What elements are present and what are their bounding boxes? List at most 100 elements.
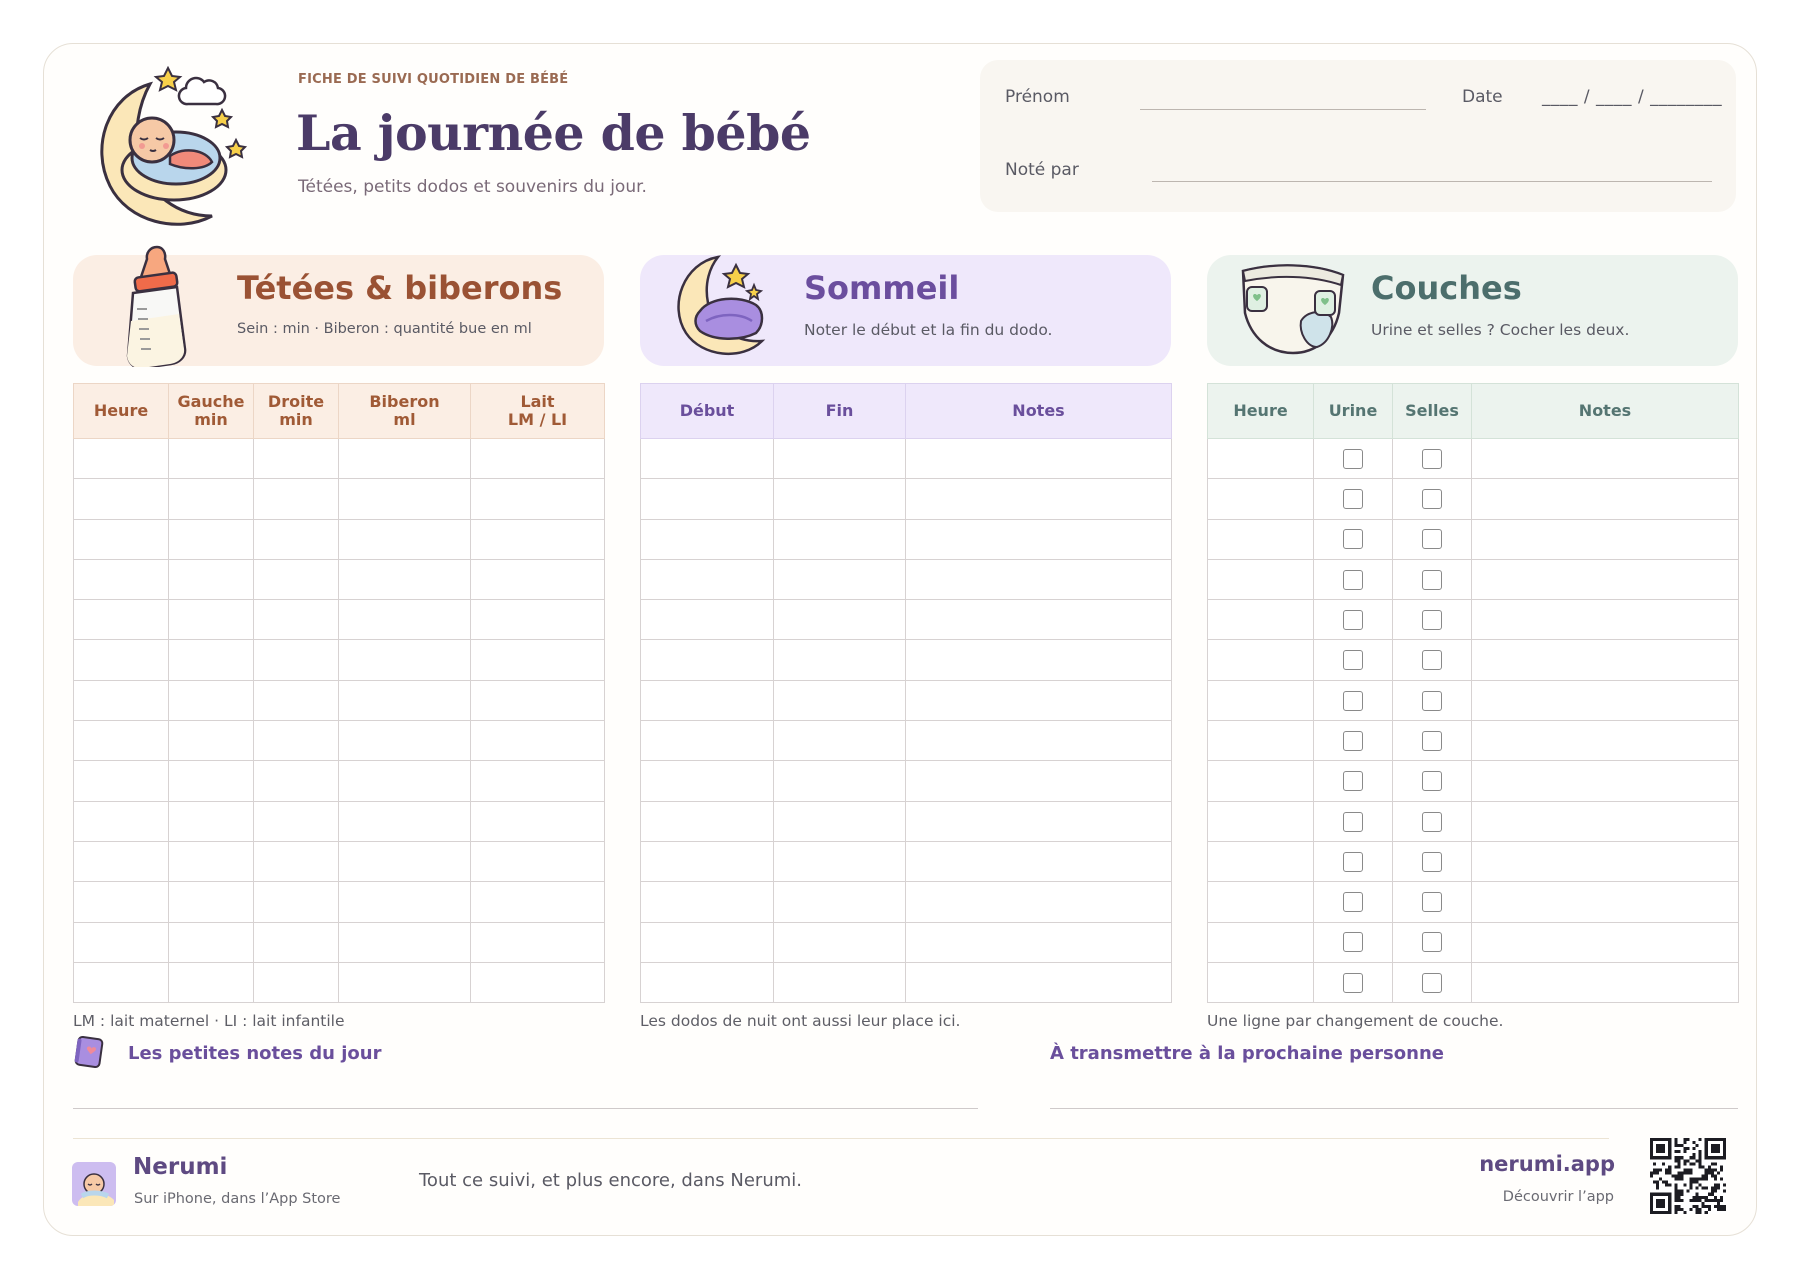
sleep-cell[interactable] bbox=[640, 639, 774, 681]
stool-checkbox[interactable] bbox=[1422, 529, 1442, 550]
feeding-cell[interactable] bbox=[470, 679, 605, 722]
sleep-cell[interactable] bbox=[905, 518, 1172, 560]
feeding-cell[interactable] bbox=[470, 558, 605, 601]
diapers-cell[interactable] bbox=[1207, 437, 1314, 480]
sleep-cell[interactable] bbox=[773, 961, 906, 1004]
sleep-cell[interactable] bbox=[773, 478, 906, 520]
stool-checkbox[interactable] bbox=[1422, 811, 1442, 832]
stool-checkbox[interactable] bbox=[1422, 972, 1442, 993]
urine-checkbox[interactable] bbox=[1343, 851, 1363, 872]
sleep-cell[interactable] bbox=[773, 518, 906, 560]
diapers-cell[interactable] bbox=[1207, 720, 1314, 762]
feeding-cell[interactable] bbox=[253, 800, 339, 842]
diapers-cell[interactable] bbox=[1471, 679, 1739, 722]
feeding-cell[interactable] bbox=[168, 840, 254, 883]
feeding-cell[interactable] bbox=[168, 720, 254, 762]
urine-checkbox[interactable] bbox=[1343, 892, 1363, 913]
feeding-cell[interactable] bbox=[253, 558, 339, 601]
sleep-cell[interactable] bbox=[905, 720, 1172, 762]
feeding-cell[interactable] bbox=[338, 720, 471, 762]
diapers-cell[interactable] bbox=[1471, 478, 1739, 520]
feeding-cell[interactable] bbox=[338, 760, 471, 802]
sleep-cell[interactable] bbox=[640, 518, 774, 560]
feeding-cell[interactable] bbox=[73, 961, 169, 1004]
feeding-cell[interactable] bbox=[470, 720, 605, 762]
first-name-field[interactable] bbox=[1140, 109, 1426, 110]
diapers-cell[interactable] bbox=[1471, 840, 1739, 883]
stool-checkbox[interactable] bbox=[1422, 650, 1442, 671]
sleep-cell[interactable] bbox=[773, 639, 906, 681]
feeding-cell[interactable] bbox=[470, 518, 605, 560]
sleep-cell[interactable] bbox=[905, 760, 1172, 802]
sleep-cell[interactable] bbox=[640, 478, 774, 520]
feeding-cell[interactable] bbox=[168, 800, 254, 842]
stool-checkbox[interactable] bbox=[1422, 771, 1442, 792]
feeding-cell[interactable] bbox=[253, 599, 339, 641]
sleep-cell[interactable] bbox=[640, 840, 774, 883]
feeding-cell[interactable] bbox=[253, 437, 339, 480]
feeding-cell[interactable] bbox=[73, 558, 169, 601]
feeding-cell[interactable] bbox=[73, 639, 169, 681]
feeding-cell[interactable] bbox=[253, 720, 339, 762]
diapers-cell[interactable] bbox=[1471, 720, 1739, 762]
diapers-cell[interactable] bbox=[1471, 961, 1739, 1004]
sleep-cell[interactable] bbox=[773, 720, 906, 762]
feeding-cell[interactable] bbox=[253, 961, 339, 1004]
sleep-cell[interactable] bbox=[905, 478, 1172, 520]
diapers-cell[interactable] bbox=[1207, 599, 1314, 641]
handover-field[interactable] bbox=[1050, 1108, 1738, 1109]
urine-checkbox[interactable] bbox=[1343, 932, 1363, 953]
diapers-cell[interactable] bbox=[1207, 840, 1314, 883]
feeding-cell[interactable] bbox=[338, 679, 471, 722]
feeding-cell[interactable] bbox=[73, 800, 169, 842]
diapers-cell[interactable] bbox=[1207, 639, 1314, 681]
diapers-cell[interactable] bbox=[1471, 639, 1739, 681]
diapers-cell[interactable] bbox=[1207, 800, 1314, 842]
feeding-cell[interactable] bbox=[470, 921, 605, 963]
feeding-cell[interactable] bbox=[253, 881, 339, 923]
feeding-cell[interactable] bbox=[470, 639, 605, 681]
feeding-cell[interactable] bbox=[253, 478, 339, 520]
diapers-cell[interactable] bbox=[1471, 437, 1739, 480]
feeding-cell[interactable] bbox=[168, 881, 254, 923]
sleep-cell[interactable] bbox=[905, 639, 1172, 681]
feeding-cell[interactable] bbox=[338, 800, 471, 842]
urine-checkbox[interactable] bbox=[1343, 972, 1363, 993]
stool-checkbox[interactable] bbox=[1422, 892, 1442, 913]
sleep-cell[interactable] bbox=[773, 921, 906, 963]
feeding-cell[interactable] bbox=[338, 599, 471, 641]
sleep-cell[interactable] bbox=[640, 599, 774, 641]
sleep-cell[interactable] bbox=[905, 679, 1172, 722]
diapers-cell[interactable] bbox=[1471, 921, 1739, 963]
sleep-cell[interactable] bbox=[773, 760, 906, 802]
stool-checkbox[interactable] bbox=[1422, 932, 1442, 953]
sleep-cell[interactable] bbox=[773, 599, 906, 641]
stool-checkbox[interactable] bbox=[1422, 690, 1442, 711]
sleep-cell[interactable] bbox=[773, 558, 906, 601]
feeding-cell[interactable] bbox=[73, 679, 169, 722]
feeding-cell[interactable] bbox=[168, 921, 254, 963]
feeding-cell[interactable] bbox=[338, 921, 471, 963]
diapers-cell[interactable] bbox=[1471, 599, 1739, 641]
sleep-cell[interactable] bbox=[905, 881, 1172, 923]
sleep-cell[interactable] bbox=[773, 679, 906, 722]
feeding-cell[interactable] bbox=[73, 518, 169, 560]
feeding-cell[interactable] bbox=[73, 478, 169, 520]
feeding-cell[interactable] bbox=[338, 639, 471, 681]
feeding-cell[interactable] bbox=[338, 478, 471, 520]
sleep-cell[interactable] bbox=[640, 760, 774, 802]
feeding-cell[interactable] bbox=[253, 921, 339, 963]
feeding-cell[interactable] bbox=[470, 840, 605, 883]
feeding-cell[interactable] bbox=[338, 961, 471, 1004]
feeding-cell[interactable] bbox=[253, 840, 339, 883]
stool-checkbox[interactable] bbox=[1422, 489, 1442, 510]
diapers-cell[interactable] bbox=[1207, 518, 1314, 560]
urine-checkbox[interactable] bbox=[1343, 730, 1363, 751]
feeding-cell[interactable] bbox=[73, 881, 169, 923]
sleep-cell[interactable] bbox=[640, 437, 774, 480]
sleep-cell[interactable] bbox=[640, 881, 774, 923]
feeding-cell[interactable] bbox=[168, 437, 254, 480]
sleep-cell[interactable] bbox=[640, 961, 774, 1004]
diapers-cell[interactable] bbox=[1471, 518, 1739, 560]
feeding-cell[interactable] bbox=[470, 437, 605, 480]
